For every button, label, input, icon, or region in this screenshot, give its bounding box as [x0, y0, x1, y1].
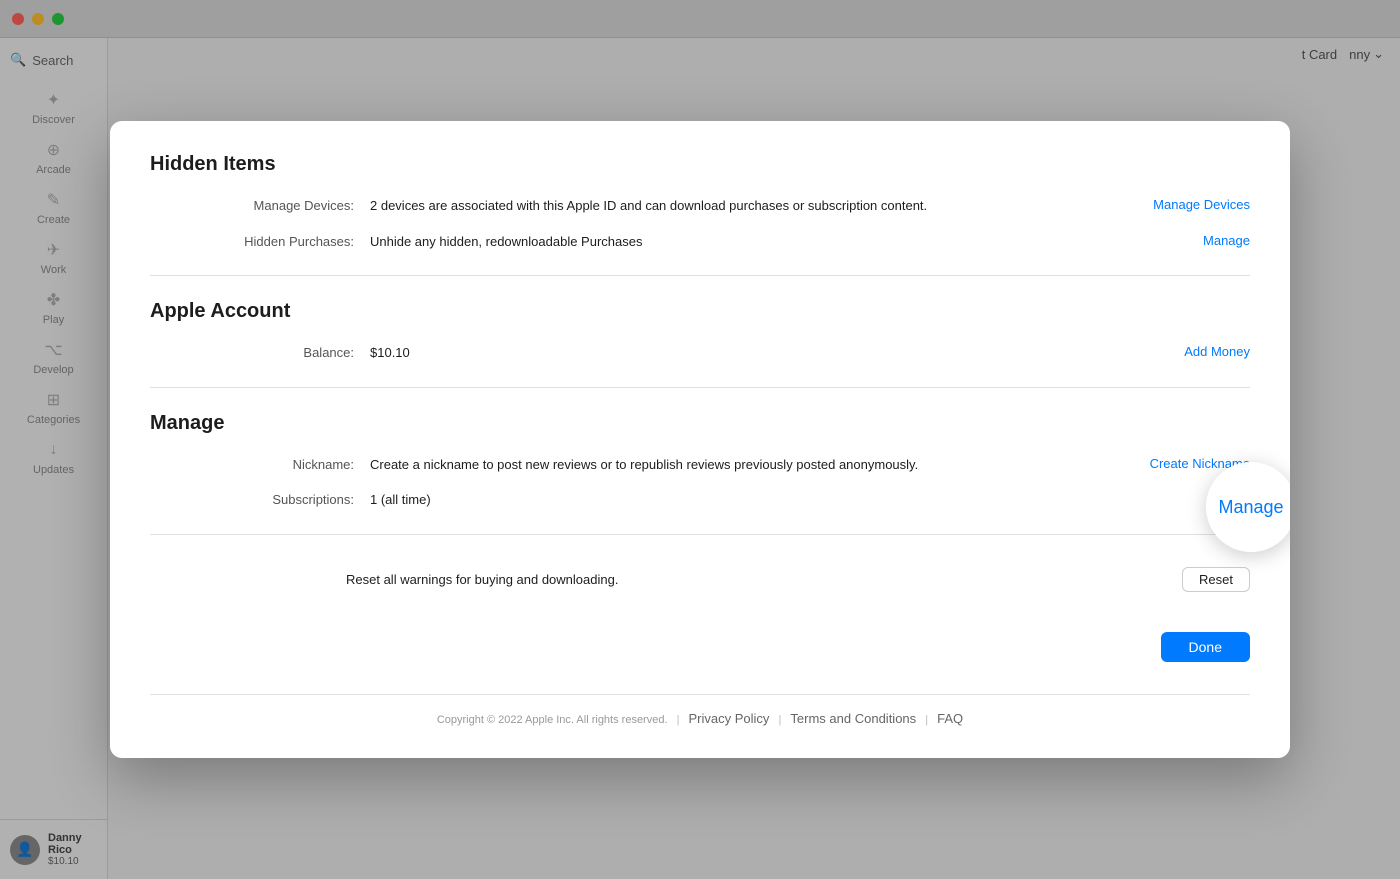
hidden-purchases-row: Hidden Purchases: Unhide any hidden, red… [190, 232, 1250, 252]
manage-rows: Nickname: Create a nickname to post new … [190, 455, 1250, 510]
nickname-content: Create a nickname to post new reviews or… [370, 455, 1126, 475]
footer-row: Done [150, 624, 1250, 662]
divider-2 [150, 387, 1250, 388]
balance-action: Add Money [1160, 343, 1250, 361]
subscriptions-label: Subscriptions: [190, 490, 370, 507]
privacy-policy-link[interactable]: Privacy Policy [689, 711, 770, 726]
hidden-purchases-label: Hidden Purchases: [190, 232, 370, 249]
hidden-purchases-link[interactable]: Manage [1203, 233, 1250, 248]
hidden-purchases-content: Unhide any hidden, redownloadable Purcha… [370, 232, 1179, 252]
nickname-row: Nickname: Create a nickname to post new … [190, 455, 1250, 475]
apple-account-section: Apple Account Balance: $10.10 Add Money [150, 300, 1250, 363]
subscriptions-content: 1 (all time) [370, 490, 1226, 510]
balance-content: $10.10 [370, 343, 1160, 363]
manage-devices-action: Manage Devices [1129, 196, 1250, 214]
copyright-text: Copyright © 2022 Apple Inc. All rights r… [437, 714, 668, 726]
terms-link[interactable]: Terms and Conditions [790, 711, 916, 726]
manage-devices-row: Manage Devices: 2 devices are associated… [190, 196, 1250, 216]
subscriptions-row: Subscriptions: 1 (all time) Manage [190, 490, 1250, 510]
apple-account-title: Apple Account [150, 300, 1250, 323]
reset-row: Reset all warnings for buying and downlo… [150, 559, 1250, 600]
add-money-link[interactable]: Add Money [1184, 344, 1250, 359]
manage-devices-label: Manage Devices: [190, 196, 370, 213]
apple-account-rows: Balance: $10.10 Add Money [190, 343, 1250, 363]
manage-circle-highlight: Manage [1206, 462, 1290, 552]
modal-footer: Copyright © 2022 Apple Inc. All rights r… [150, 694, 1250, 726]
hidden-items-title: Hidden Items [150, 153, 1250, 176]
faq-link[interactable]: FAQ [937, 711, 963, 726]
hidden-purchases-action: Manage [1179, 232, 1250, 250]
manage-devices-link[interactable]: Manage Devices [1153, 197, 1250, 212]
reset-button[interactable]: Reset [1182, 567, 1250, 592]
divider-3 [150, 534, 1250, 535]
manage-title: Manage [150, 412, 1250, 435]
divider-1 [150, 275, 1250, 276]
manage-devices-content: 2 devices are associated with this Apple… [370, 196, 1129, 216]
balance-row: Balance: $10.10 Add Money [190, 343, 1250, 363]
manage-section: Manage Nickname: Create a nickname to po… [150, 412, 1250, 510]
hidden-items-rows: Manage Devices: 2 devices are associated… [190, 196, 1250, 251]
done-button[interactable]: Done [1161, 632, 1250, 662]
hidden-items-section: Hidden Items Manage Devices: 2 devices a… [150, 153, 1250, 251]
reset-action: Reset [1158, 567, 1250, 592]
reset-content: Reset all warnings for buying and downlo… [346, 572, 1158, 587]
manage-circle-label[interactable]: Manage [1218, 497, 1283, 518]
nickname-label: Nickname: [190, 455, 370, 472]
modal-dialog: Hidden Items Manage Devices: 2 devices a… [110, 121, 1290, 758]
modal-overlay: Hidden Items Manage Devices: 2 devices a… [0, 0, 1400, 879]
balance-label: Balance: [190, 343, 370, 360]
